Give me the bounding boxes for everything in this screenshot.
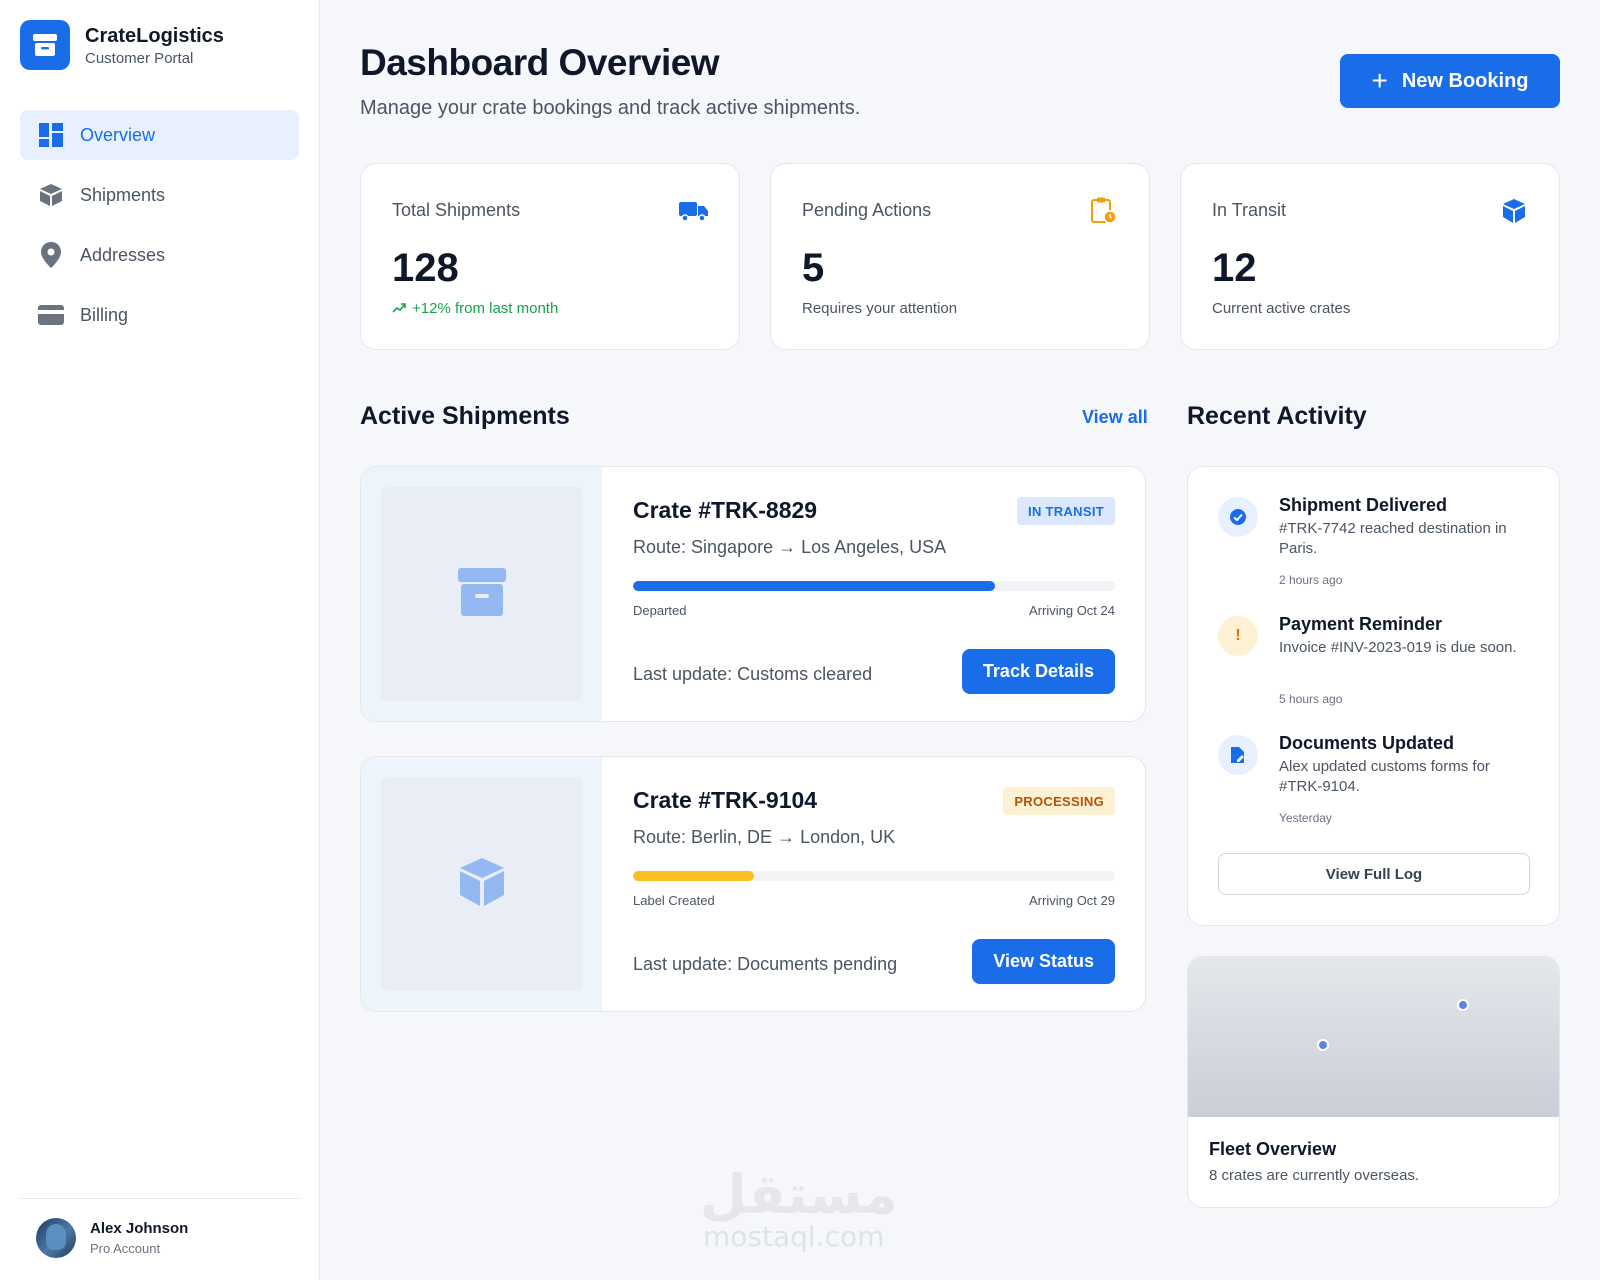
brand[interactable]: CrateLogistics Customer Portal bbox=[20, 20, 224, 70]
sidebar-divider bbox=[20, 1198, 299, 1199]
clipboard-clock-icon bbox=[1089, 196, 1119, 226]
stat-card-pending-actions: Pending Actions 5 Requires your attentio… bbox=[770, 163, 1150, 350]
activity-title: Payment Reminder bbox=[1279, 614, 1443, 634]
shipment-progress-bar bbox=[633, 581, 1115, 591]
stat-card-in-transit: In Transit 12 Current active crates bbox=[1180, 163, 1560, 350]
stat-label: Pending Actions bbox=[802, 200, 932, 220]
shipment-route: Route: Singapore → Los Angeles, USA bbox=[633, 537, 947, 557]
stat-note-text: +12% from last month bbox=[412, 300, 559, 317]
shipment-title: Crate #TRK-8829 bbox=[633, 497, 818, 523]
fleet-map bbox=[1188, 957, 1559, 1117]
recent-activity-title: Recent Activity bbox=[1187, 402, 1367, 430]
sidebar-item-label: Overview bbox=[80, 124, 156, 145]
stat-note: +12% from last month bbox=[392, 300, 558, 317]
stat-value: 128 bbox=[392, 246, 459, 290]
progress-fill bbox=[633, 581, 995, 591]
new-booking-label: New Booking bbox=[1401, 69, 1529, 92]
track-details-button[interactable]: Track Details bbox=[961, 649, 1115, 694]
fleet-title: Fleet Overview bbox=[1209, 1139, 1337, 1159]
sidebar-item-addresses[interactable]: Addresses bbox=[20, 230, 299, 280]
shipment-card: Crate #TRK-9104 PROCESSING Route: Berlin… bbox=[360, 756, 1146, 1012]
package-icon bbox=[38, 182, 64, 208]
user-role: Pro Account bbox=[90, 1241, 161, 1256]
sidebar-nav: Overview Shipments Addresses Billing bbox=[20, 110, 299, 350]
progress-end-label: Arriving Oct 29 bbox=[1029, 893, 1115, 908]
activity-time: 2 hours ago bbox=[1279, 573, 1343, 587]
cube-icon bbox=[1499, 196, 1529, 226]
active-shipments-title: Active Shipments bbox=[360, 402, 570, 430]
stat-card-total-shipments: Total Shipments 128 +12% from last month bbox=[360, 163, 740, 350]
brand-name: CrateLogistics bbox=[85, 24, 224, 47]
stat-note: Current active crates bbox=[1212, 300, 1351, 317]
map-marker bbox=[1317, 1039, 1329, 1051]
stat-value: 5 bbox=[802, 246, 825, 290]
shipment-title: Crate #TRK-9104 bbox=[633, 787, 818, 813]
status-badge: PROCESSING bbox=[1003, 787, 1115, 815]
sidebar: CrateLogistics Customer Portal Overview … bbox=[0, 0, 320, 1280]
check-circle-icon bbox=[1218, 497, 1258, 537]
progress-end-label: Arriving Oct 24 bbox=[1029, 603, 1115, 618]
brand-subtitle: Customer Portal bbox=[85, 49, 194, 67]
status-badge: IN TRANSIT bbox=[1017, 497, 1115, 525]
archive-box-icon bbox=[20, 20, 70, 70]
shipment-progress-bar bbox=[633, 871, 1115, 881]
stat-label: In Transit bbox=[1212, 200, 1287, 220]
shipment-thumbnail bbox=[361, 467, 602, 721]
activity-description: Alex updated customs forms for #TRK-9104… bbox=[1279, 758, 1490, 795]
new-booking-button[interactable]: + New Booking bbox=[1340, 54, 1560, 108]
page-title: Dashboard Overview bbox=[360, 42, 720, 83]
stat-label: Total Shipments bbox=[392, 200, 521, 220]
view-full-log-button[interactable]: View Full Log bbox=[1218, 853, 1530, 895]
sidebar-item-label: Shipments bbox=[80, 184, 166, 205]
watermark-latin: mostaql.com bbox=[703, 1220, 885, 1253]
activity-time: Yesterday bbox=[1279, 811, 1332, 825]
progress-fill bbox=[633, 871, 754, 881]
credit-card-icon bbox=[38, 302, 64, 328]
fleet-overview-card[interactable]: Fleet Overview 8 crates are currently ov… bbox=[1187, 956, 1560, 1208]
shipment-route: Route: Berlin, DE → London, UK bbox=[633, 827, 896, 847]
user-profile[interactable]: Alex Johnson Pro Account bbox=[36, 1218, 188, 1258]
map-pin-icon bbox=[38, 242, 64, 268]
alert-icon: ! bbox=[1218, 616, 1258, 656]
shipment-thumbnail bbox=[361, 757, 602, 1011]
shipment-last-update: Last update: Documents pending bbox=[633, 954, 898, 974]
page-subtitle: Manage your crate bookings and track act… bbox=[360, 97, 861, 119]
stat-value: 12 bbox=[1212, 246, 1257, 290]
stat-note: Requires your attention bbox=[802, 300, 958, 317]
dashboard-icon bbox=[38, 122, 64, 148]
activity-description: Invoice #INV-2023-019 is due soon. bbox=[1279, 639, 1517, 656]
sidebar-item-shipments[interactable]: Shipments bbox=[20, 170, 299, 220]
view-status-button[interactable]: View Status bbox=[972, 939, 1115, 984]
sidebar-item-label: Billing bbox=[80, 304, 129, 325]
sidebar-item-billing[interactable]: Billing bbox=[20, 290, 299, 340]
progress-start-label: Departed bbox=[633, 603, 687, 618]
watermark-arabic: مستقل bbox=[700, 1163, 898, 1226]
activity-title: Documents Updated bbox=[1279, 733, 1455, 753]
sidebar-item-label: Addresses bbox=[80, 244, 166, 265]
map-marker bbox=[1457, 999, 1469, 1011]
fleet-subtitle: 8 crates are currently overseas. bbox=[1209, 1167, 1420, 1184]
shipment-last-update: Last update: Customs cleared bbox=[633, 664, 873, 684]
activity-description: #TRK-7742 reached destination in Paris. bbox=[1279, 520, 1507, 557]
sidebar-item-overview[interactable]: Overview bbox=[20, 110, 299, 160]
cube-icon bbox=[458, 857, 506, 912]
avatar bbox=[36, 1218, 76, 1258]
activity-title: Shipment Delivered bbox=[1279, 495, 1448, 515]
document-edit-icon bbox=[1218, 735, 1258, 775]
user-name: Alex Johnson bbox=[90, 1220, 189, 1237]
trending-up-icon bbox=[392, 300, 406, 317]
archive-box-icon bbox=[457, 567, 507, 622]
activity-panel: Shipment Delivered #TRK-7742 reached des… bbox=[1187, 466, 1560, 926]
plus-icon: + bbox=[1371, 65, 1388, 96]
progress-start-label: Label Created bbox=[633, 893, 715, 908]
shipment-card: Crate #TRK-8829 IN TRANSIT Route: Singap… bbox=[360, 466, 1146, 722]
activity-time: 5 hours ago bbox=[1279, 692, 1343, 706]
truck-icon bbox=[679, 196, 709, 226]
view-all-link[interactable]: View all bbox=[1082, 407, 1148, 428]
